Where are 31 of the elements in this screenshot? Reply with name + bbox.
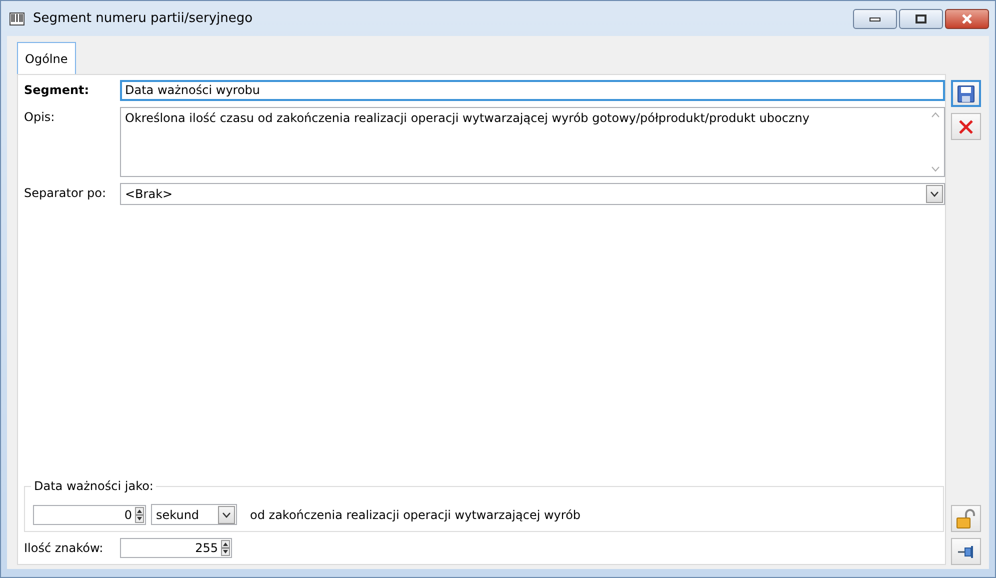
amount-field[interactable]: 0 <box>33 504 146 524</box>
app-icon <box>9 12 25 26</box>
separator-dropdown[interactable]: <Brak> <box>120 183 945 205</box>
maximize-icon <box>915 14 927 24</box>
field-label: Opis: <box>24 109 56 124</box>
field-label: Segment: <box>24 82 90 97</box>
close-icon <box>961 14 973 24</box>
minimize-icon <box>869 16 881 22</box>
field-label: Separator po: <box>24 185 108 200</box>
caret-icon <box>222 512 231 518</box>
caret-icon <box>930 191 939 197</box>
char-count-field[interactable]: 255 <box>120 538 232 558</box>
close-button[interactable] <box>945 8 989 28</box>
window-title: Segment numeru partii/seryjnego <box>33 11 254 26</box>
tab[interactable]: Ogólne <box>17 42 76 74</box>
delete-icon <box>958 118 974 134</box>
delete-button[interactable] <box>951 113 981 140</box>
suffix-text: od zakończenia realizacji operacji wytwarzającej wyrób <box>250 508 581 522</box>
pin-button[interactable] <box>951 538 981 565</box>
pin-icon <box>957 544 975 558</box>
save-button[interactable] <box>951 80 981 107</box>
segment-field[interactable]: Data ważności wyrobu <box>120 80 945 101</box>
lock-button[interactable] <box>951 505 981 532</box>
padlock-icon <box>955 508 977 528</box>
minimize-button[interactable] <box>853 8 897 28</box>
spin-buttons[interactable] <box>135 506 144 522</box>
unit-dropdown[interactable]: sekund <box>151 504 237 525</box>
maximize-button[interactable] <box>899 8 943 28</box>
field-label: Ilość znaków: <box>24 541 104 555</box>
spin-buttons[interactable] <box>221 540 230 556</box>
group-title: Data ważności jako: <box>31 479 156 493</box>
